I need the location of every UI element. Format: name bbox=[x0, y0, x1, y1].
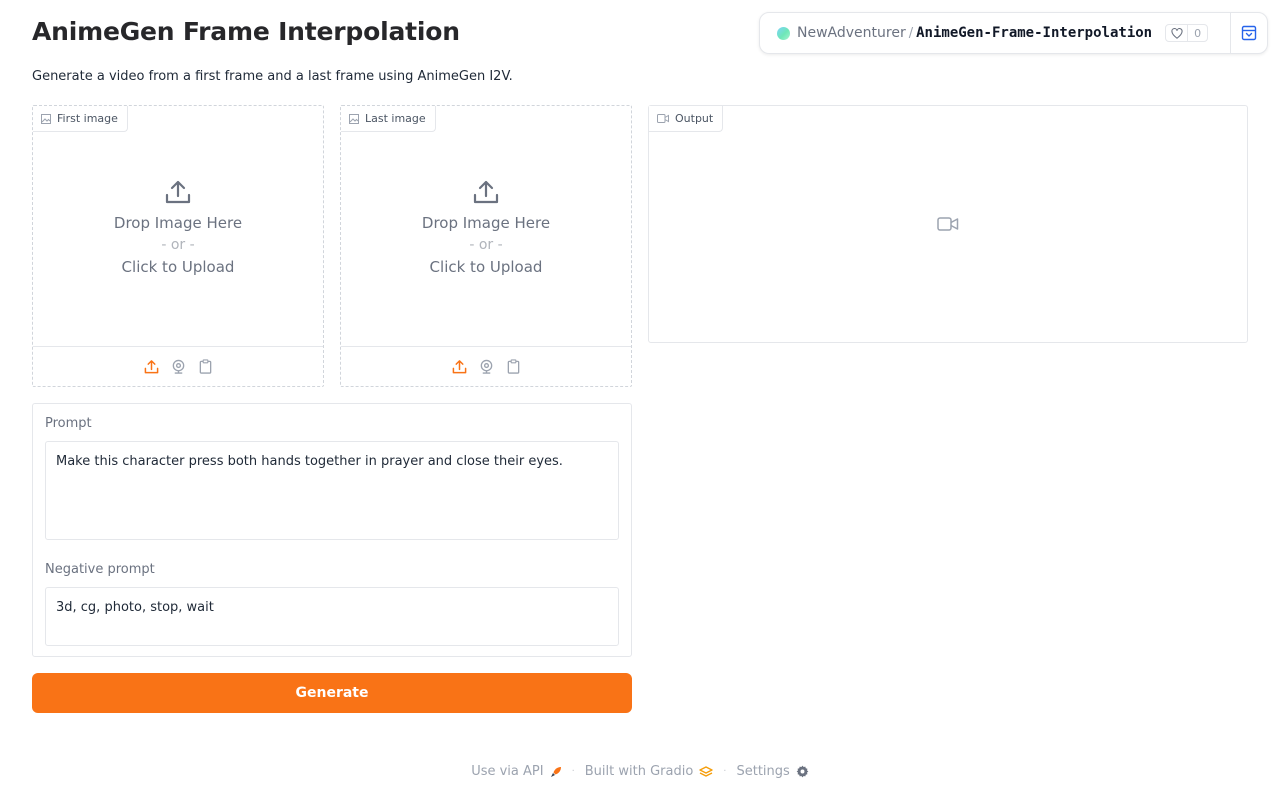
first-image-label: First image bbox=[33, 106, 128, 132]
space-badge: NewAdventurer / AnimeGen-Frame-Interpola… bbox=[759, 12, 1268, 54]
prompt-panel: Prompt Make this character press both ha… bbox=[32, 403, 632, 657]
first-image-drop-zone[interactable]: Drop Image Here - or - Click to Upload bbox=[33, 106, 323, 347]
click-to-upload-text: Click to Upload bbox=[121, 258, 235, 276]
prompt-textarea[interactable]: Make this character press both hands tog… bbox=[45, 441, 619, 540]
upload-icon bbox=[452, 360, 466, 374]
settings-link[interactable]: Settings bbox=[736, 764, 809, 779]
drop-image-text: Drop Image Here bbox=[421, 214, 551, 232]
last-image-label-text: Last image bbox=[365, 112, 426, 125]
heart-icon bbox=[1166, 25, 1189, 41]
page-description: Generate a video from a first frame and … bbox=[32, 69, 513, 84]
webcam-source-button[interactable] bbox=[170, 358, 187, 375]
space-separator: / bbox=[908, 25, 914, 41]
collapse-icon bbox=[1241, 25, 1257, 41]
first-image-uploader: Drop Image Here - or - Click to Upload F… bbox=[32, 105, 324, 387]
upload-icon bbox=[165, 180, 191, 204]
gradio-logo-icon bbox=[699, 765, 713, 777]
output-label-text: Output bbox=[675, 112, 714, 125]
or-text: - or - bbox=[469, 237, 503, 253]
clipboard-icon bbox=[507, 359, 519, 374]
footer-separator: · bbox=[571, 766, 575, 777]
upload-icon bbox=[144, 360, 158, 374]
settings-text: Settings bbox=[736, 764, 790, 779]
output-label: Output bbox=[649, 106, 724, 132]
footer: Use via API · Built with Gradio · Settin… bbox=[0, 764, 1280, 779]
negative-prompt-textarea[interactable]: 3d, cg, photo, stop, wait bbox=[45, 587, 619, 646]
footer-separator: · bbox=[723, 766, 727, 777]
webcam-icon bbox=[480, 359, 492, 374]
generate-button[interactable]: Generate bbox=[32, 673, 632, 713]
video-icon bbox=[657, 114, 669, 123]
first-image-label-text: First image bbox=[57, 112, 118, 125]
last-image-uploader: Drop Image Here - or - Click to Upload L… bbox=[340, 105, 632, 387]
space-name-link[interactable]: AnimeGen-Frame-Interpolation bbox=[916, 25, 1152, 41]
click-to-upload-text: Click to Upload bbox=[429, 258, 543, 276]
upload-icon bbox=[473, 180, 499, 204]
drop-image-text: Drop Image Here bbox=[113, 214, 243, 232]
negative-prompt-label: Negative prompt bbox=[45, 562, 155, 577]
clipboard-source-button[interactable] bbox=[505, 358, 522, 375]
image-icon bbox=[349, 113, 359, 124]
built-with-gradio-link[interactable]: Built with Gradio bbox=[585, 764, 714, 779]
first-image-source-bar bbox=[33, 346, 323, 386]
gear-icon bbox=[796, 765, 809, 778]
upload-source-button[interactable] bbox=[143, 358, 160, 375]
clipboard-source-button[interactable] bbox=[197, 358, 214, 375]
page-title: AnimeGen Frame Interpolation bbox=[32, 17, 460, 46]
last-image-label: Last image bbox=[341, 106, 436, 132]
webcam-source-button[interactable] bbox=[478, 358, 495, 375]
space-avatar-icon bbox=[777, 26, 790, 40]
or-text: - or - bbox=[161, 237, 195, 253]
last-image-drop-zone[interactable]: Drop Image Here - or - Click to Upload bbox=[341, 106, 631, 347]
prompt-label: Prompt bbox=[45, 416, 92, 431]
collapse-header-button[interactable] bbox=[1230, 13, 1268, 53]
like-button[interactable]: 0 bbox=[1165, 24, 1209, 42]
video-placeholder-icon bbox=[937, 217, 959, 231]
output-video: Output bbox=[648, 105, 1248, 343]
rocket-icon bbox=[550, 766, 561, 777]
use-via-api-link[interactable]: Use via API bbox=[471, 764, 561, 779]
image-icon bbox=[41, 113, 51, 124]
like-count: 0 bbox=[1194, 26, 1202, 40]
upload-source-button[interactable] bbox=[451, 358, 468, 375]
space-owner-link[interactable]: NewAdventurer bbox=[797, 25, 906, 41]
clipboard-icon bbox=[199, 359, 211, 374]
built-with-gradio-text: Built with Gradio bbox=[584, 764, 694, 779]
use-via-api-text: Use via API bbox=[471, 764, 544, 779]
last-image-source-bar bbox=[341, 346, 631, 386]
webcam-icon bbox=[172, 359, 184, 374]
